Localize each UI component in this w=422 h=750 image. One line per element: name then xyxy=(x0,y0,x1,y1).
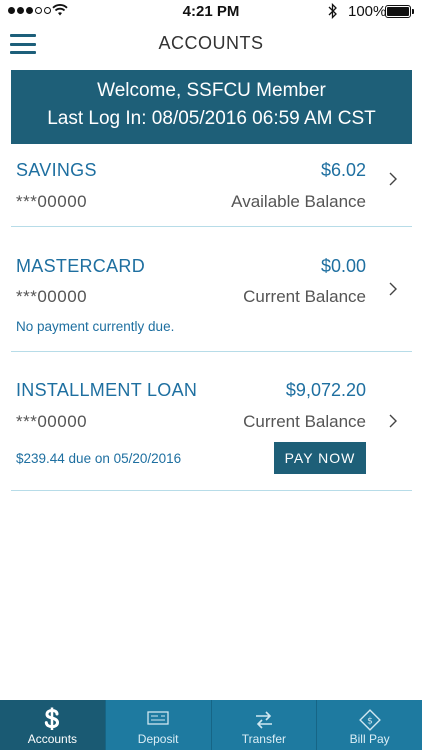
account-row-savings[interactable]: SAVINGS $6.02 ***00000 Available Balance xyxy=(11,144,412,227)
tab-transfer[interactable]: Transfer xyxy=(210,700,317,750)
account-amount: $9,072.20 xyxy=(285,380,366,400)
balance-label: Current Balance xyxy=(243,412,366,431)
tab-label: Transfer xyxy=(241,732,286,746)
account-row-installment-loan[interactable]: INSTALLMENT LOAN $9,072.20 ***00000 Curr… xyxy=(11,352,412,491)
tab-deposit[interactable]: Deposit xyxy=(104,700,211,750)
account-amount: $0.00 xyxy=(320,256,366,276)
balance-label: Available Balance xyxy=(231,192,366,211)
account-number: ***00000 xyxy=(16,192,88,211)
payment-status-note: No payment currently due. xyxy=(16,319,175,334)
account-amount: $6.02 xyxy=(320,160,366,180)
account-number: ***00000 xyxy=(16,287,88,306)
account-name: SAVINGS xyxy=(16,160,97,180)
svg-text:$: $ xyxy=(367,717,373,727)
pay-now-button[interactable]: PAY NOW xyxy=(274,442,366,474)
tab-bill-pay[interactable]: $ Bill Pay xyxy=(316,700,422,750)
tab-label: Accounts xyxy=(27,732,78,746)
battery-icon xyxy=(385,5,414,18)
account-name: MASTERCARD xyxy=(16,256,146,276)
payment-due-note: $239.44 due on 05/20/2016 xyxy=(16,451,182,466)
account-name: INSTALLMENT LOAN xyxy=(16,380,198,400)
tab-accounts[interactable]: Accounts xyxy=(0,700,105,750)
status-bar: 4:21 PM 100% xyxy=(0,0,422,24)
dollar-icon xyxy=(45,707,60,730)
page-title: ACCOUNTS xyxy=(158,33,264,53)
bluetooth-icon xyxy=(328,3,337,19)
welcome-message: Welcome, SSFCU Member xyxy=(97,80,326,101)
tab-label: Bill Pay xyxy=(349,732,390,746)
transfer-arrows-icon xyxy=(255,711,272,729)
balance-label: Current Balance xyxy=(243,287,366,306)
chevron-right-icon xyxy=(389,414,397,428)
bill-pay-icon: $ xyxy=(358,709,381,731)
welcome-banner: Welcome, SSFCU Member Last Log In: 08/05… xyxy=(11,70,412,144)
account-row-mastercard[interactable]: MASTERCARD $0.00 ***00000 Current Balanc… xyxy=(11,227,412,352)
tab-label: Deposit xyxy=(137,732,179,746)
last-login-text: Last Log In: 08/05/2016 06:59 AM CST xyxy=(47,108,376,129)
nav-bar: ACCOUNTS xyxy=(0,24,422,64)
bottom-tab-bar: Accounts Deposit Transfer $ Bill Pay xyxy=(0,700,422,750)
account-number: ***00000 xyxy=(16,412,88,431)
chevron-right-icon xyxy=(389,172,397,186)
battery-percentage: 100% xyxy=(348,3,387,20)
check-icon xyxy=(147,711,169,725)
chevron-right-icon xyxy=(389,282,397,296)
